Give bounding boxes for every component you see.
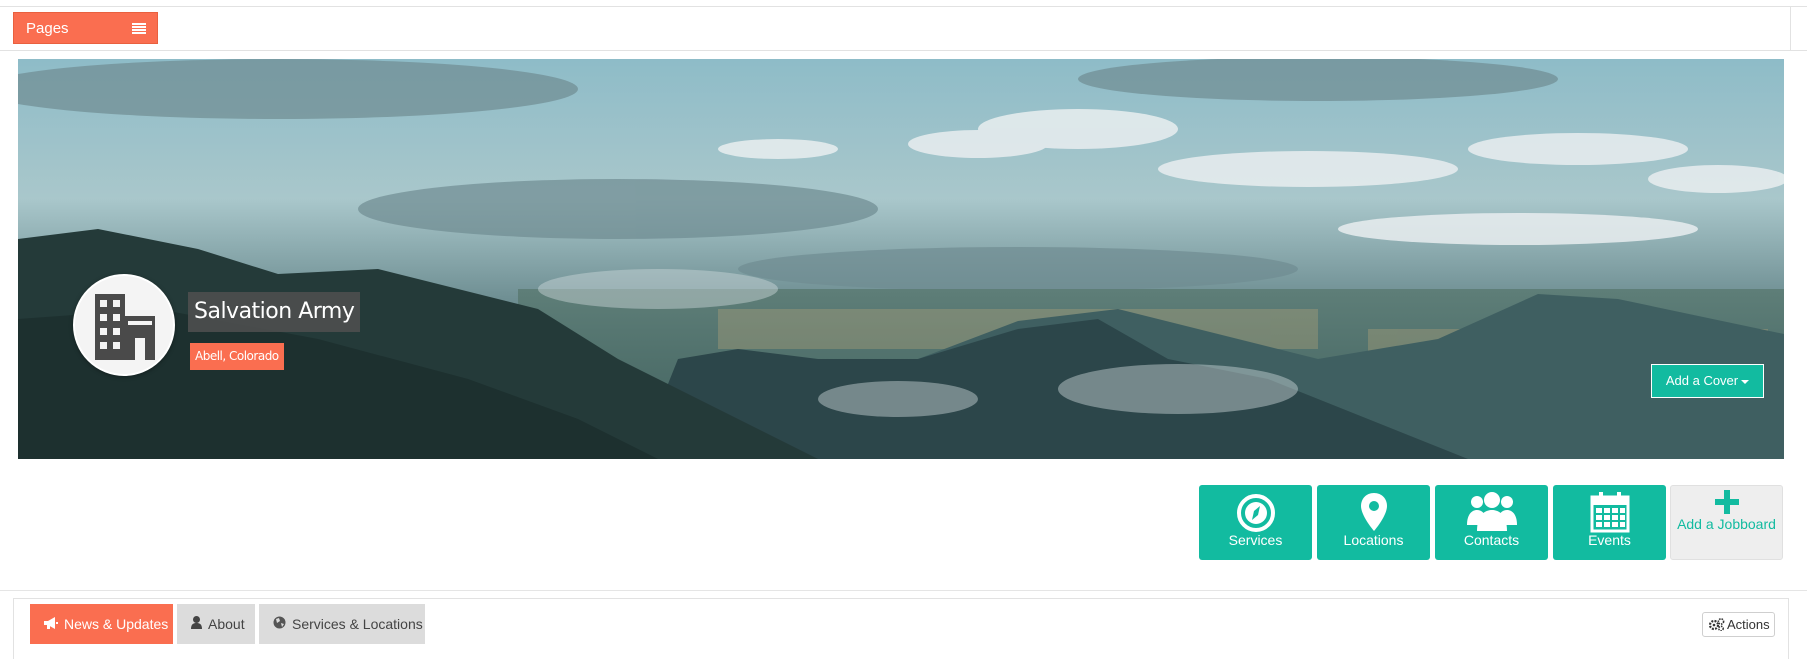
contacts-tile[interactable]: Contacts <box>1435 485 1548 560</box>
tab-news-updates[interactable]: News & Updates <box>30 604 173 644</box>
tile-label: Locations <box>1343 532 1404 548</box>
locations-tile[interactable]: Locations <box>1317 485 1430 560</box>
tile-label: Events <box>1588 532 1631 548</box>
add-cover-label: Add a Cover <box>1665 373 1739 388</box>
actions-button[interactable]: Actions <box>1702 612 1775 637</box>
divider <box>1790 6 1791 51</box>
divider <box>0 590 1807 591</box>
events-tile[interactable]: Events <box>1553 485 1666 560</box>
tab-about[interactable]: About <box>177 604 255 644</box>
calendar-icon <box>1553 491 1666 533</box>
top-bar <box>0 6 1807 51</box>
compass-icon <box>1199 491 1312 533</box>
tab-label: Services & Locations <box>292 616 423 632</box>
add-jobboard-tile[interactable]: Add a Jobboard <box>1670 485 1783 560</box>
cogs-icon <box>1709 618 1725 631</box>
organization-name: Salvation Army <box>188 292 361 332</box>
globe-icon <box>273 604 286 644</box>
tab-label: News & Updates <box>64 616 169 632</box>
landscape-illustration <box>18 59 1784 459</box>
actions-label: Actions <box>1727 617 1770 632</box>
tile-label: Services <box>1228 532 1283 548</box>
pages-label: Pages <box>26 20 69 37</box>
caret-down-icon <box>1741 379 1750 384</box>
organization-location: Abell, Colorado <box>190 343 284 370</box>
building-icon <box>95 294 155 360</box>
tile-label: Contacts <box>1463 532 1520 548</box>
add-cover-button[interactable]: Add a Cover <box>1651 364 1764 398</box>
tab-services-locations[interactable]: Services & Locations <box>259 604 425 644</box>
cover-image: Salvation Army Abell, Colorado Add a Cov… <box>18 59 1784 459</box>
hamburger-icon <box>132 23 146 34</box>
tile-label: Add a Jobboard <box>1677 516 1776 532</box>
megaphone-icon <box>44 604 58 644</box>
services-tile[interactable]: Services <box>1199 485 1312 560</box>
pages-menu-button[interactable]: Pages <box>13 12 158 44</box>
tab-label: About <box>208 616 245 632</box>
avatar[interactable] <box>73 274 175 376</box>
user-icon <box>191 604 202 644</box>
users-icon <box>1435 491 1548 533</box>
map-pin-icon <box>1317 491 1430 533</box>
